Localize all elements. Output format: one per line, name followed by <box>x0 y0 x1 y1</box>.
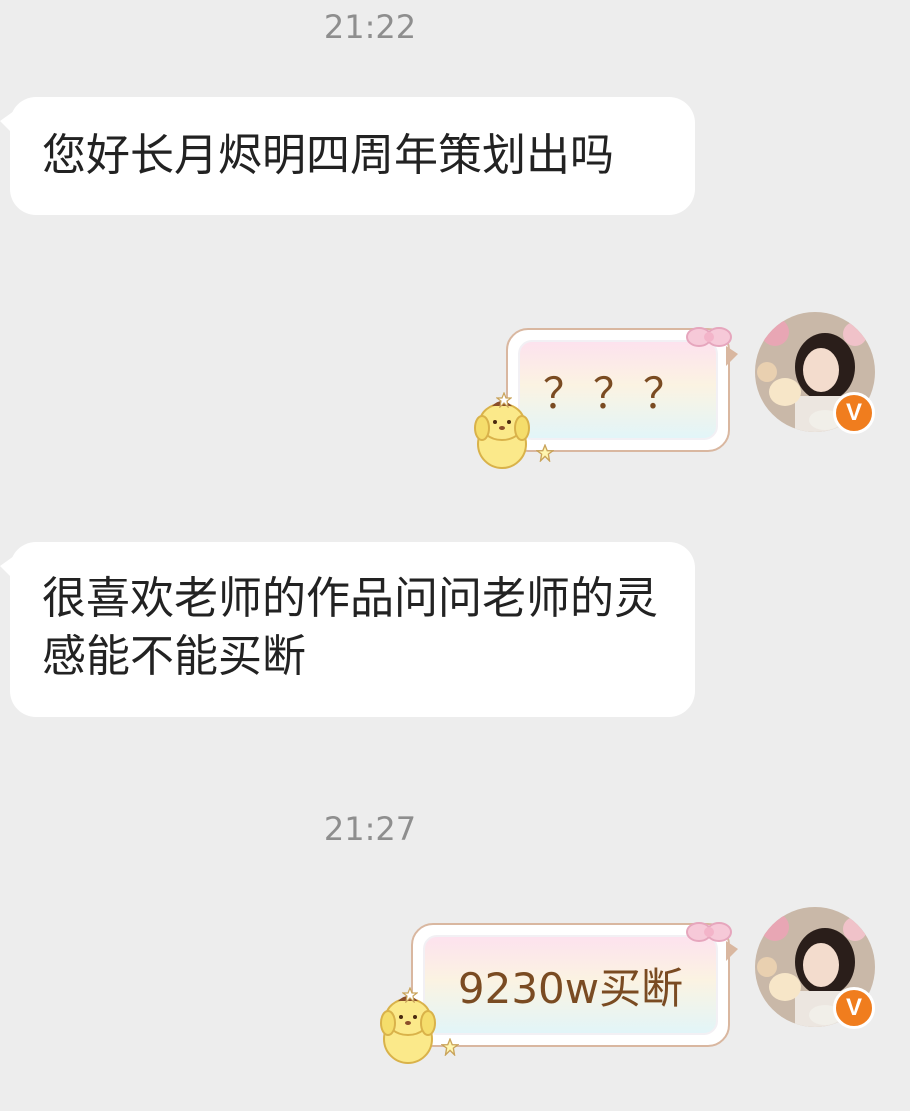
bubble-tail <box>0 556 14 580</box>
star-icon <box>536 444 554 462</box>
star-icon <box>496 392 512 408</box>
incoming-message-bubble[interactable]: 您好长月烬明四周年策划出吗 <box>0 97 695 215</box>
verified-badge-icon: V <box>833 392 875 434</box>
timestamp: 21:22 <box>323 8 417 46</box>
outgoing-message-bubble[interactable]: 9230w买断 <box>411 923 738 1047</box>
verified-badge-icon: V <box>833 987 875 1029</box>
bow-icon <box>686 327 732 347</box>
bow-icon <box>686 922 732 942</box>
star-icon <box>441 1038 459 1056</box>
message-text: ？？？ <box>518 340 718 440</box>
bubble-tail <box>0 111 14 135</box>
message-text: 很喜欢老师的作品问问老师的灵感能不能买断 <box>42 573 658 682</box>
message-text: 您好长月烬明四周年策划出吗 <box>42 130 614 181</box>
star-icon <box>402 987 418 1003</box>
message-text: 9230w买断 <box>423 935 718 1035</box>
timestamp: 21:27 <box>323 810 417 848</box>
incoming-message-bubble[interactable]: 很喜欢老师的作品问问老师的灵感能不能买断 <box>0 542 695 717</box>
